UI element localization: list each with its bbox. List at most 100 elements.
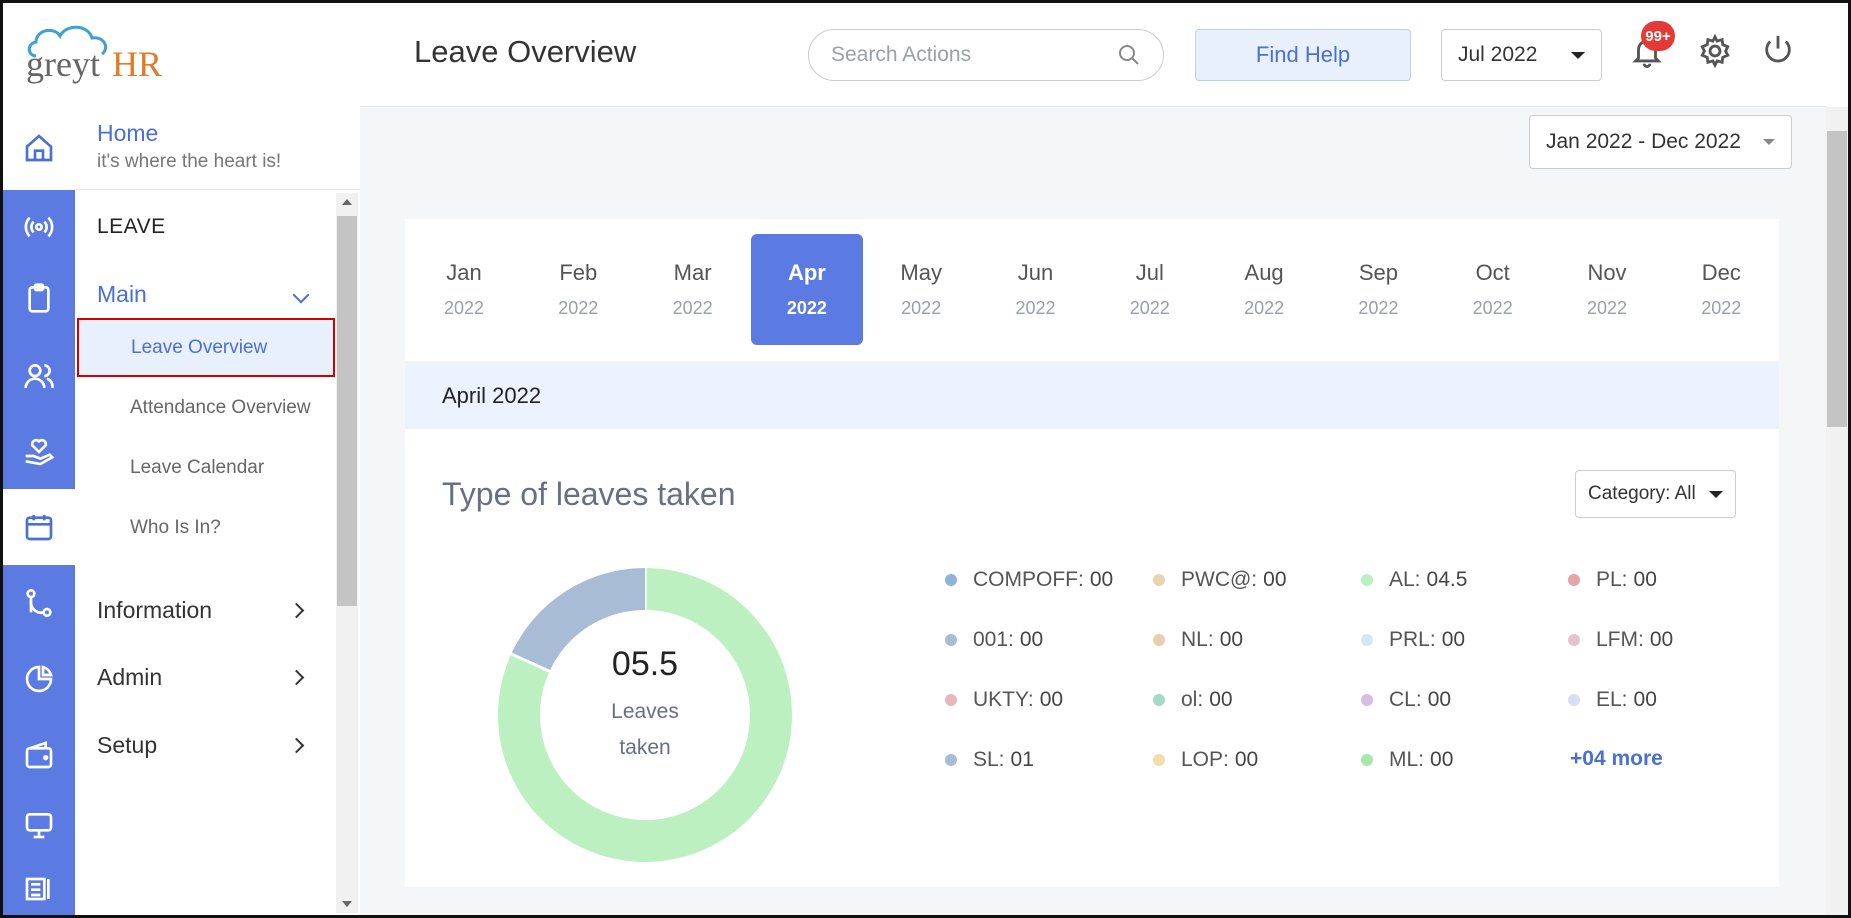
month-tab-dec[interactable]: Dec 2022 [1665,234,1777,345]
menu-item-leave-calendar[interactable]: Leave Calendar [130,457,264,479]
legend-code: NL: [1181,628,1214,651]
legend-dot [945,574,957,586]
content-scroll-thumb[interactable] [1827,131,1847,427]
legend-item: NL: 00 [1153,628,1243,652]
menu-scrollbar[interactable] [336,193,358,913]
legend-value: 00 [1427,688,1452,711]
monitor-icon [25,813,53,839]
menu-item-attendance-overview[interactable]: Attendance Overview [130,397,311,419]
document-icon [25,877,50,901]
menu-section-setup[interactable]: Setup [97,732,305,759]
month-year: 2022 [901,298,942,318]
benefits-nav[interactable] [3,414,75,490]
more-leave-types-link[interactable]: +04 more [1570,747,1663,771]
legend-item: LOP: 00 [1153,748,1258,772]
legend-item: CL: 00 [1361,688,1451,712]
month-tab-mar[interactable]: Mar 2022 [637,234,749,345]
legend-dot [1361,754,1373,766]
menu-home[interactable]: Home it's where the heart is! [97,120,281,173]
month-tab-sep[interactable]: Sep 2022 [1322,234,1434,345]
legend-dot [1153,634,1165,646]
search-icon[interactable] [1117,43,1141,67]
donut-center: 05.5 Leaves taken [545,645,745,766]
legend-value: 04.5 [1426,568,1468,591]
search-input[interactable] [831,43,1117,67]
menu-section-information[interactable]: Information [97,597,305,624]
month-year: 2022 [1701,298,1742,318]
legend-item: SL: 01 [945,748,1034,772]
legend-code: LOP: [1181,748,1229,771]
caret-down-icon [1571,51,1585,59]
scroll-down-icon[interactable] [342,901,352,907]
search-box[interactable] [808,29,1164,81]
month-name: Apr [787,260,826,285]
date-range-select[interactable]: Jan 2022 - Dec 2022 [1529,115,1792,169]
month-tab-jun[interactable]: Jun 2022 [980,234,1092,345]
home-nav[interactable] [3,110,75,186]
month-tab-feb[interactable]: Feb 2022 [522,234,634,345]
workflow-nav[interactable] [3,565,75,641]
gear-icon [1700,33,1730,69]
menu-scroll-thumb[interactable] [337,216,357,606]
month-tab-oct[interactable]: Oct 2022 [1437,234,1549,345]
logout-button[interactable] [1761,33,1795,72]
scroll-up-icon[interactable] [342,199,352,205]
reports-nav[interactable] [3,641,75,717]
month-name: Oct [1475,260,1510,285]
menu-section-label: Admin [97,664,163,690]
legend-code: SL: [973,748,1005,771]
legend-item: ol: 00 [1153,688,1233,712]
month-name: Jan [446,260,482,285]
month-tab-aug[interactable]: Aug 2022 [1208,234,1320,345]
donut-total: 05.5 [611,645,679,683]
legend-code: LFM: [1596,628,1644,651]
legend-value: 00 [1039,688,1064,711]
month-name: Nov [1587,260,1627,285]
menu-section-label: Setup [97,732,158,758]
power-icon [1765,35,1791,63]
month-year: 2022 [1015,298,1056,318]
legend-value: 00 [1089,568,1114,591]
category-select[interactable]: Category: All [1575,470,1736,518]
documents-nav[interactable] [3,862,75,912]
legend-value: 00 [1430,748,1454,771]
payroll-nav[interactable] [3,717,75,793]
menu-item-leave-overview[interactable]: Leave Overview [77,318,335,377]
leave-nav[interactable] [3,489,75,565]
month-year: 2022 [786,298,827,318]
people-nav[interactable] [3,338,75,414]
month-year: 2022 [443,298,485,318]
chevron-down-icon [292,286,310,303]
git-branch-icon [26,589,52,617]
engage-nav[interactable] [3,189,75,265]
greythr-logo[interactable]: greyt HR [18,18,183,90]
legend-code: 001: [973,628,1014,651]
caret-down-icon [1763,139,1775,145]
month-name: Aug [1244,260,1284,285]
legend-item: PL: 00 [1568,568,1657,592]
content-scrollbar[interactable] [1826,107,1848,915]
legend-item: AL: 04.5 [1361,568,1467,592]
month-name: May [900,260,942,285]
month-tab-apr[interactable]: Apr 2022 [750,234,863,345]
tasks-nav[interactable] [3,260,75,336]
menu-item-who-is-in[interactable]: Who Is In? [130,517,221,539]
find-help-button[interactable]: Find Help [1195,29,1411,81]
settings-button[interactable] [1698,33,1732,73]
month-select[interactable]: Jul 2022 [1441,29,1602,81]
month-tab-may[interactable]: May 2022 [865,234,977,345]
month-tab-nov[interactable]: Nov 2022 [1551,234,1663,345]
home-title[interactable]: Home [97,120,281,147]
legend-code: AL: [1389,568,1421,591]
legend-item: LFM: 00 [1568,628,1673,652]
legend-value: 00 [1633,688,1657,711]
legend-dot [1153,754,1165,766]
legend-dot [1568,634,1580,646]
devices-nav[interactable] [3,787,75,863]
month-tab-jul[interactable]: Jul 2022 [1094,234,1206,345]
legend-dot [1361,634,1373,646]
month-tab-jan[interactable]: Jan 2022 [408,234,520,345]
menu-section-admin[interactable]: Admin [97,664,305,691]
menu-main-toggle[interactable]: Main [97,281,310,308]
month-year: 2022 [1472,298,1513,318]
